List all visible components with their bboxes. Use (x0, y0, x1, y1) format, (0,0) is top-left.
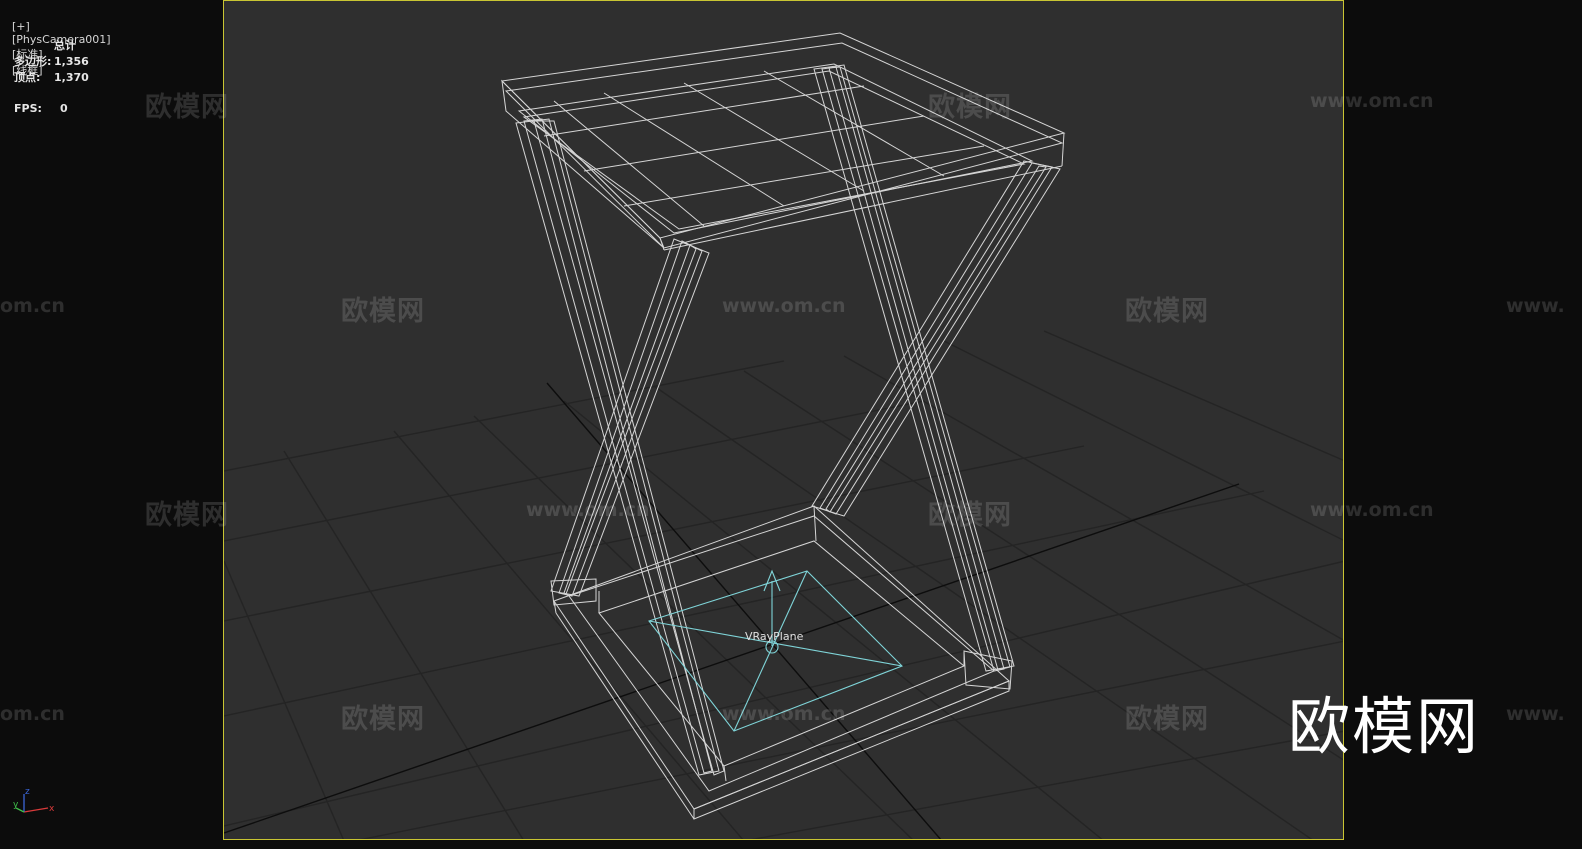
viewport-menu-plus[interactable]: [+] (12, 20, 30, 33)
stats-vertices-row: 顶点: 1,370 (14, 70, 89, 86)
stats-polygons-label: 多边形: (14, 55, 52, 68)
stats-fps-row: FPS: 0 (14, 101, 89, 117)
world-axes (224, 382, 1240, 839)
axis-z-label: z (25, 787, 30, 797)
axis-y-label: y (13, 800, 19, 810)
stats-overlay: 总计 多边形: 1,356 顶点: 1,370 FPS: 0 (14, 38, 89, 117)
stats-total-label: 总计 (54, 39, 76, 52)
stats-fps-value: 0 (60, 102, 68, 115)
watermark-text: 欧模网 (145, 92, 229, 123)
stats-polygons-row: 多边形: 1,356 (14, 54, 89, 70)
watermark-url-fragment: om.cn (0, 703, 65, 725)
watermark-url-fragment: om.cn (0, 295, 65, 317)
stats-polygons-value: 1,356 (54, 55, 89, 68)
ground-grid (224, 330, 1343, 839)
active-viewport[interactable]: VRayPlane (223, 0, 1344, 840)
axis-gizmo-icon: x y z (13, 787, 55, 814)
axis-x-label: x (49, 804, 55, 814)
stats-vertices-value: 1,370 (54, 71, 89, 84)
watermark-url-fragment: www. (1506, 703, 1565, 725)
vray-plane-label: VRayPlane (745, 630, 804, 643)
watermark-text: 欧模网 (145, 500, 229, 531)
stool-wireframe[interactable] (500, 32, 1066, 820)
viewport-scene[interactable]: VRayPlane (224, 1, 1344, 840)
stats-vertices-label: 顶点: (14, 71, 41, 84)
stats-fps-label: FPS: (14, 102, 42, 115)
watermark-url-fragment: www. (1506, 295, 1565, 317)
brand-logo: 欧模网 (1288, 690, 1481, 763)
